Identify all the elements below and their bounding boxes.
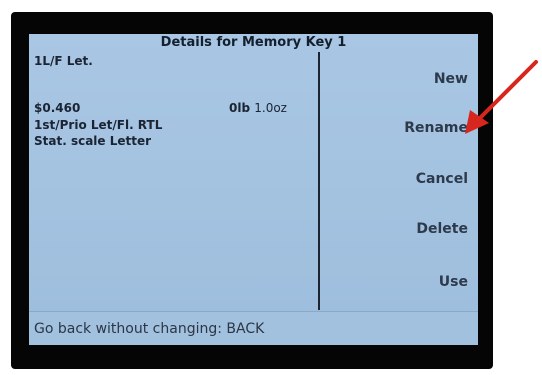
annotation-arrow-icon: [465, 60, 538, 134]
